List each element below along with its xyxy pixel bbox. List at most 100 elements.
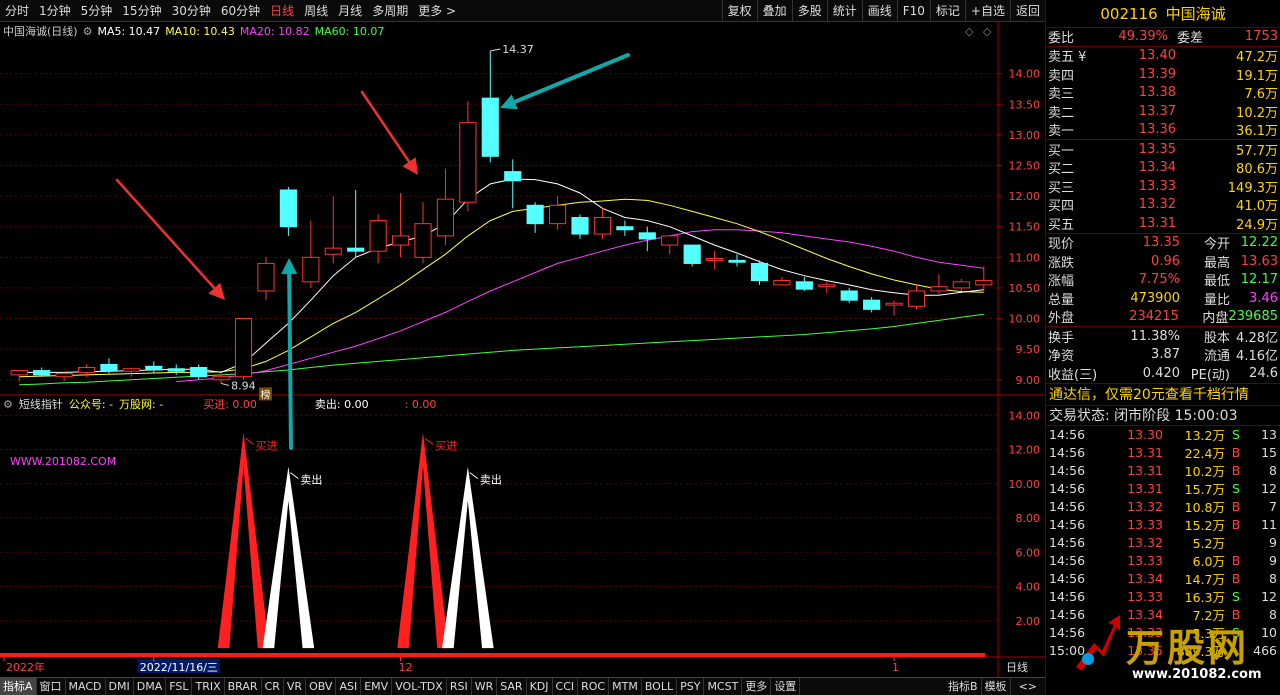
sell-volume: 19.1万 <box>1236 68 1278 84</box>
indicator-tab-25[interactable]: 设置 <box>771 677 801 695</box>
indicator-tab-13[interactable]: VOL-TDX <box>392 677 447 695</box>
candle <box>661 235 679 246</box>
sell-price: 13.39 <box>1138 66 1176 82</box>
tick-side: S <box>1232 625 1240 640</box>
tick-side: B <box>1231 499 1241 514</box>
indicator-tab-22[interactable]: PSY <box>677 677 705 695</box>
sell-level-4[interactable]: 卖四 13.39 19.1万 <box>1046 65 1280 84</box>
indicator-tab-12[interactable]: EMV <box>361 677 393 695</box>
indicator-tab-2[interactable]: MACD <box>66 677 106 695</box>
indicator-tab-4[interactable]: DMA <box>134 677 167 695</box>
indicator-right-tab-1[interactable]: 模板 <box>982 677 1011 695</box>
tick-side: B <box>1231 517 1241 532</box>
indicator-tab-9[interactable]: VR <box>284 677 307 695</box>
candle <box>257 262 275 292</box>
buy-price: 13.32 <box>1138 197 1176 213</box>
sell-volume: 47.2万 <box>1236 50 1278 66</box>
tick-row: 14:56 13.33 5.3万 S 10 <box>1046 624 1280 642</box>
buy-level-3[interactable]: 买三 13.33 149.3万 <box>1046 177 1280 196</box>
fund-cell: 0.420 <box>1142 365 1180 381</box>
tick-count: 10 <box>1261 625 1277 640</box>
y-tick-label: 13.00 <box>1009 129 1041 142</box>
candle <box>593 217 612 235</box>
date-label: 12 <box>399 661 413 674</box>
sell-book: 卖五 ¥ 13.40 47.2万 卖四 13.39 19.1万 卖三 13.38 7.6万 卖二 1… <box>1046 47 1280 140</box>
scroll-arrows[interactable]: <> <box>1011 678 1045 695</box>
indicator-tab-15[interactable]: WR <box>472 677 498 695</box>
ind-peak-label: 卖出 <box>300 473 322 487</box>
tick-volume: 22.4万 <box>1184 446 1225 461</box>
quote-cell: 涨幅 <box>1048 274 1075 290</box>
tick-list[interactable]: 14:56 13.30 13.2万 S 13 14:56 13.31 22.4万 B 15 14:5… <box>1046 426 1280 660</box>
candle <box>481 97 499 157</box>
buy-volume: 57.7万 <box>1236 143 1278 159</box>
quote-row-2: 涨幅 7.75% 最低 12.17 <box>1046 271 1280 290</box>
tick-price: 13.31 <box>1127 463 1163 478</box>
sell-level-5[interactable]: 卖五 ¥ 13.40 47.2万 <box>1046 47 1280 66</box>
tick-row: 14:56 13.34 14.7万 B 8 <box>1046 570 1280 588</box>
fund-cell: 11.38% <box>1130 328 1180 344</box>
ind-peak-sell <box>262 466 315 649</box>
tick-volume: 10.8万 <box>1184 500 1225 515</box>
y-tick-label: 9.50 <box>1016 343 1041 356</box>
candle <box>55 373 73 378</box>
sell-level-1[interactable]: 卖一 13.36 36.1万 <box>1046 121 1280 139</box>
candle <box>728 259 746 263</box>
indicator-tab-0[interactable]: 指标A <box>0 677 37 695</box>
indicator-tab-7[interactable]: BRAR <box>225 677 262 695</box>
buy-level-5[interactable]: 买五 13.31 24.9万 <box>1046 214 1280 233</box>
indicator-tab-6[interactable]: TRIX <box>192 677 225 695</box>
tick-count: 15 <box>1261 445 1277 460</box>
candle <box>436 198 454 237</box>
indicator-tab-3[interactable]: DMI <box>106 677 134 695</box>
indicator-tab-16[interactable]: SAR <box>497 677 527 695</box>
ind-peak-pointer <box>469 472 479 480</box>
buy-level-1[interactable]: 买一 13.35 57.7万 <box>1046 140 1280 159</box>
ind-tick-label: 10.00 <box>1009 478 1041 491</box>
ind-tick-label: 12.00 <box>1009 444 1041 457</box>
promo-notice[interactable]: 通达信，仅需20元查看千档行情 <box>1046 384 1280 406</box>
red-arrow-2 <box>360 90 411 163</box>
sell-level-3[interactable]: 卖三 13.38 7.6万 <box>1046 84 1280 102</box>
buy-label: 买五 <box>1048 217 1075 233</box>
candle <box>145 365 163 371</box>
y-tick-label: 11.00 <box>1009 251 1041 264</box>
indicator-tab-8[interactable]: CR <box>262 677 284 695</box>
candle <box>840 290 858 301</box>
indicator-tab-23[interactable]: MCST <box>704 677 743 695</box>
indicator-tab-10[interactable]: OBV <box>306 677 337 695</box>
indicator-tab-20[interactable]: MTM <box>609 677 642 695</box>
indicator-tab-18[interactable]: CCI <box>553 677 579 695</box>
sell-price: 13.36 <box>1138 122 1176 138</box>
candle <box>863 299 881 310</box>
indicator-tab-17[interactable]: KDJ <box>527 677 553 695</box>
indicator-tab-19[interactable]: ROC <box>578 677 610 695</box>
tick-row: 14:56 13.31 10.2万 B 8 <box>1046 462 1280 480</box>
candle <box>952 281 970 289</box>
buy-level-2[interactable]: 买二 13.34 80.6万 <box>1046 159 1280 177</box>
tick-price: 13.35 <box>1127 643 1163 658</box>
indicator-tab-5[interactable]: FSL <box>166 677 193 695</box>
sell-level-2[interactable]: 卖二 13.37 10.2万 <box>1046 102 1280 121</box>
tick-side: S <box>1232 589 1240 604</box>
indicator-tab-11[interactable]: ASI <box>336 677 362 695</box>
indicator-tab-21[interactable]: BOLL <box>642 677 678 695</box>
indicator-tab-24[interactable]: 更多 <box>742 677 772 695</box>
buy-level-4[interactable]: 买四 13.32 41.0万 <box>1046 196 1280 214</box>
tick-price: 13.31 <box>1127 481 1163 496</box>
buy-volume: 24.9万 <box>1236 217 1278 233</box>
fund-cell: 4.16亿 <box>1236 349 1278 365</box>
fund-cell: PE(动) <box>1190 367 1230 383</box>
tick-row: 14:56 13.32 5.2万 9 <box>1046 534 1280 552</box>
y-tick-label: 9.00 <box>1016 374 1041 387</box>
tick-row: 14:56 13.32 10.8万 B 7 <box>1046 498 1280 516</box>
indicator-right-tab-0[interactable]: 指标B <box>945 677 982 695</box>
indicator-tab-1[interactable]: 窗口 <box>37 677 66 695</box>
quote-cell: 3.46 <box>1249 290 1278 306</box>
indicator-tab-14[interactable]: RSI <box>447 677 472 695</box>
buy-label: 买一 <box>1048 143 1075 159</box>
low-marker <box>220 382 230 386</box>
kline-chart[interactable]: ◇ ◇14.0013.5013.0012.5012.0011.5011.0010.… <box>0 0 1045 677</box>
date-label: 2022/11/16/三 <box>140 661 218 674</box>
tick-volume: 13.2万 <box>1184 428 1225 443</box>
